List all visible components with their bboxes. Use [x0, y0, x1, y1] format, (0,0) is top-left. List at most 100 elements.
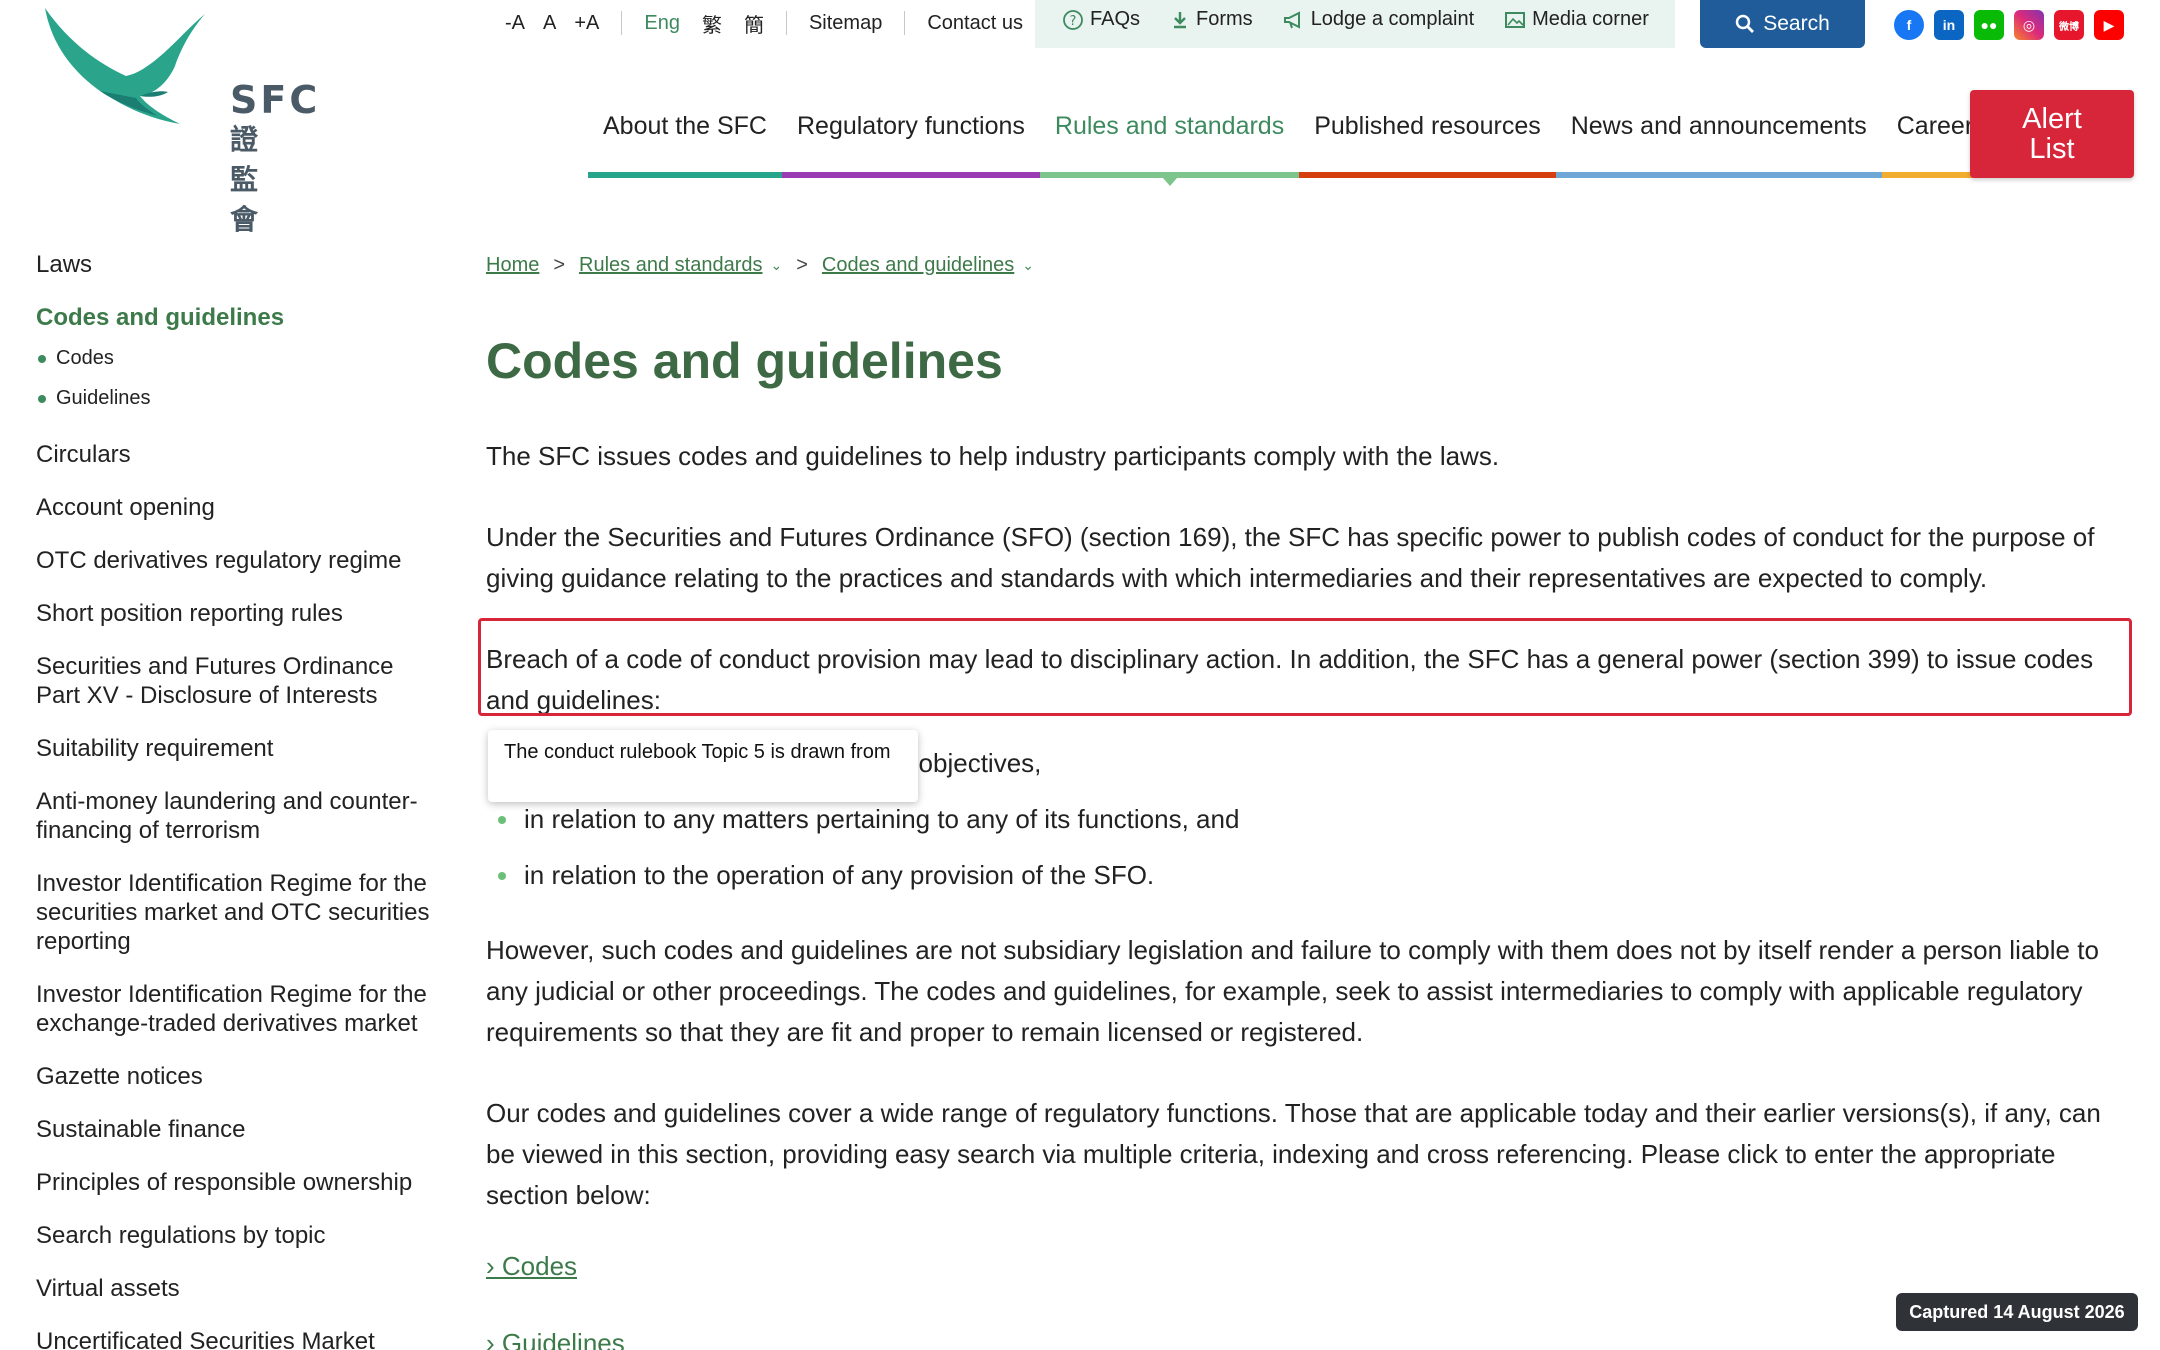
sitemap-link[interactable]: Sitemap	[809, 12, 882, 35]
wechat-icon[interactable]: ●●	[1974, 10, 2004, 40]
alert-line-1: Alert	[2022, 103, 2082, 135]
megaphone-icon	[1283, 10, 1300, 29]
sidebar-item-search-by-topic[interactable]: Search regulations by topic	[36, 1221, 436, 1250]
linkedin-icon[interactable]: in	[1934, 10, 1964, 40]
font-size-decrease[interactable]: -A	[505, 12, 525, 35]
search-button[interactable]: Search	[1700, 0, 1865, 48]
utility-links: ? FAQs Forms Lodge a complaint Media cor…	[1062, 8, 1679, 31]
search-icon	[1735, 14, 1755, 33]
breadcrumb-rules-and-standards[interactable]: Rules and standards	[579, 254, 762, 277]
download-icon	[1174, 11, 1187, 28]
nav-news-and-announcements[interactable]: News and announcements	[1555, 112, 1882, 178]
highlight-box	[478, 618, 2132, 716]
chevron-down-icon[interactable]: ⌄	[1022, 257, 1034, 274]
nav-rules-and-standards[interactable]: Rules and standards	[1039, 112, 1300, 186]
coverage-paragraph: Our codes and guidelines cover a wide ra…	[486, 1098, 2101, 1210]
sidebar-item-codes-and-guidelines[interactable]: Codes and guidelines	[36, 303, 436, 332]
sfc-logo[interactable]: SFC 證監會	[40, 6, 317, 235]
list-item: in relation to the operation of any prov…	[486, 855, 2126, 896]
sidebar-item-investor-id-securities[interactable]: Investor Identification Regime for the s…	[36, 869, 436, 956]
font-size-increase[interactable]: +A	[574, 12, 599, 35]
sidebar-item-sfo-part-xv[interactable]: Securities and Futures Ordinance Part XV…	[36, 652, 436, 710]
breadcrumb: Home > Rules and standards ⌄ > Codes and…	[486, 254, 1034, 277]
sidebar-item-responsible-ownership[interactable]: Principles of responsible ownership	[36, 1168, 436, 1197]
nav-about-sfc[interactable]: About the SFC	[588, 112, 782, 178]
sidebar-item-laws[interactable]: Laws	[36, 250, 436, 279]
nav-label: News and announcements	[1570, 112, 1867, 140]
logo-text: SFC	[230, 78, 321, 122]
sidebar-item-otc-derivatives[interactable]: OTC derivatives regulatory regime	[36, 546, 436, 575]
image-icon	[1505, 11, 1526, 28]
youtube-icon[interactable]: ▶	[2094, 10, 2124, 40]
contact-us-link[interactable]: Contact us	[927, 12, 1023, 35]
nav-label: About the SFC	[603, 112, 767, 140]
faqs-label: FAQs	[1090, 8, 1141, 30]
sidebar-item-suitability[interactable]: Suitability requirement	[36, 734, 436, 763]
sidebar-item-investor-id-derivatives[interactable]: Investor Identification Regime for the e…	[36, 980, 436, 1038]
forms-label: Forms	[1196, 8, 1253, 30]
disclaimer-paragraph: However, such codes and guidelines are n…	[486, 935, 2099, 1047]
media-label: Media corner	[1532, 8, 1649, 30]
sidebar-item-aml[interactable]: Anti-money laundering and counter-financ…	[36, 787, 436, 845]
svg-text:?: ?	[1070, 14, 1077, 29]
logo-chinese-text: 證監會	[230, 124, 260, 235]
nav-color-bar	[781, 172, 1040, 178]
sidebar-item-virtual-assets[interactable]: Virtual assets	[36, 1274, 436, 1303]
instagram-icon[interactable]: ◎	[2014, 10, 2044, 40]
breadcrumb-codes-and-guidelines[interactable]: Codes and guidelines	[822, 254, 1014, 277]
codes-link[interactable]: › Codes	[486, 1246, 2126, 1287]
divider	[785, 11, 787, 35]
chevron-down-icon[interactable]: ⌄	[771, 257, 783, 274]
faqs-link[interactable]: ? FAQs	[1062, 8, 1140, 31]
nav-color-bar	[1555, 172, 1882, 178]
sfo-paragraph: Under the Securities and Futures Ordinan…	[486, 522, 2095, 593]
sidebar-subitem-guidelines[interactable]: Guidelines	[36, 386, 436, 410]
lang-traditional-chinese[interactable]: 繁	[702, 9, 722, 38]
facebook-icon[interactable]: f	[1894, 10, 1924, 40]
sidebar-item-uncertificated-securities[interactable]: Uncertificated Securities Market	[36, 1327, 436, 1350]
nav-color-bar	[1299, 172, 1556, 178]
sidebar-subitem-codes[interactable]: Codes	[36, 346, 436, 370]
lang-english[interactable]: Eng	[644, 12, 680, 35]
nav-published-resources[interactable]: Published resources	[1299, 112, 1556, 178]
nav-label: Rules and standards	[1054, 112, 1285, 140]
breadcrumb-separator: >	[796, 254, 808, 276]
divider	[904, 11, 906, 35]
nav-label: Career	[1896, 112, 1974, 140]
search-label: Search	[1763, 12, 1830, 35]
nav-label: Regulatory functions	[796, 112, 1025, 140]
lang-simplified-chinese[interactable]: 簡	[744, 9, 764, 38]
tooltip: The conduct rulebook Topic 5 is drawn fr…	[488, 730, 918, 802]
main-navigation: About the SFC Regulatory functions Rules…	[588, 112, 1989, 186]
nav-label: Published resources	[1314, 112, 1541, 140]
active-indicator	[1162, 178, 1177, 186]
alert-line-2: List	[2029, 133, 2075, 165]
alert-list-button[interactable]: Alert List	[1970, 90, 2134, 178]
sidebar-item-short-position[interactable]: Short position reporting rules	[36, 599, 436, 628]
sidebar-item-sustainable-finance[interactable]: Sustainable finance	[36, 1115, 436, 1144]
main-content: The SFC issues codes and guidelines to h…	[486, 436, 2126, 1350]
guidelines-link[interactable]: › Guidelines	[486, 1323, 2126, 1350]
nav-color-bar	[588, 172, 782, 178]
utility-bar: -A A +A Eng 繁 簡 Sitemap Contact us	[505, 6, 1023, 40]
weibo-icon[interactable]: 微博	[2054, 10, 2084, 40]
font-size-normal[interactable]: A	[543, 12, 556, 35]
breadcrumb-home[interactable]: Home	[486, 254, 539, 277]
page-title: Codes and guidelines	[486, 333, 1003, 389]
eagle-logo-icon	[45, 8, 205, 124]
sidebar-item-circulars[interactable]: Circulars	[36, 440, 436, 469]
sidebar: Laws Codes and guidelines Codes Guidelin…	[36, 250, 436, 1350]
nav-regulatory-functions[interactable]: Regulatory functions	[781, 112, 1040, 178]
section-links: › Codes › Guidelines	[486, 1246, 2126, 1350]
question-circle-icon: ?	[1063, 9, 1083, 30]
forms-link[interactable]: Forms	[1170, 8, 1253, 31]
sidebar-item-account-opening[interactable]: Account opening	[36, 493, 436, 522]
sidebar-item-gazette-notices[interactable]: Gazette notices	[36, 1062, 436, 1091]
social-links: f in ●● ◎ 微博 ▶	[1894, 10, 2124, 40]
divider	[621, 11, 623, 35]
intro-paragraph: The SFC issues codes and guidelines to h…	[486, 441, 1500, 471]
breadcrumb-separator: >	[553, 254, 566, 276]
lodge-complaint-link[interactable]: Lodge a complaint	[1283, 8, 1474, 31]
complaint-label: Lodge a complaint	[1310, 8, 1475, 30]
media-corner-link[interactable]: Media corner	[1504, 8, 1649, 31]
